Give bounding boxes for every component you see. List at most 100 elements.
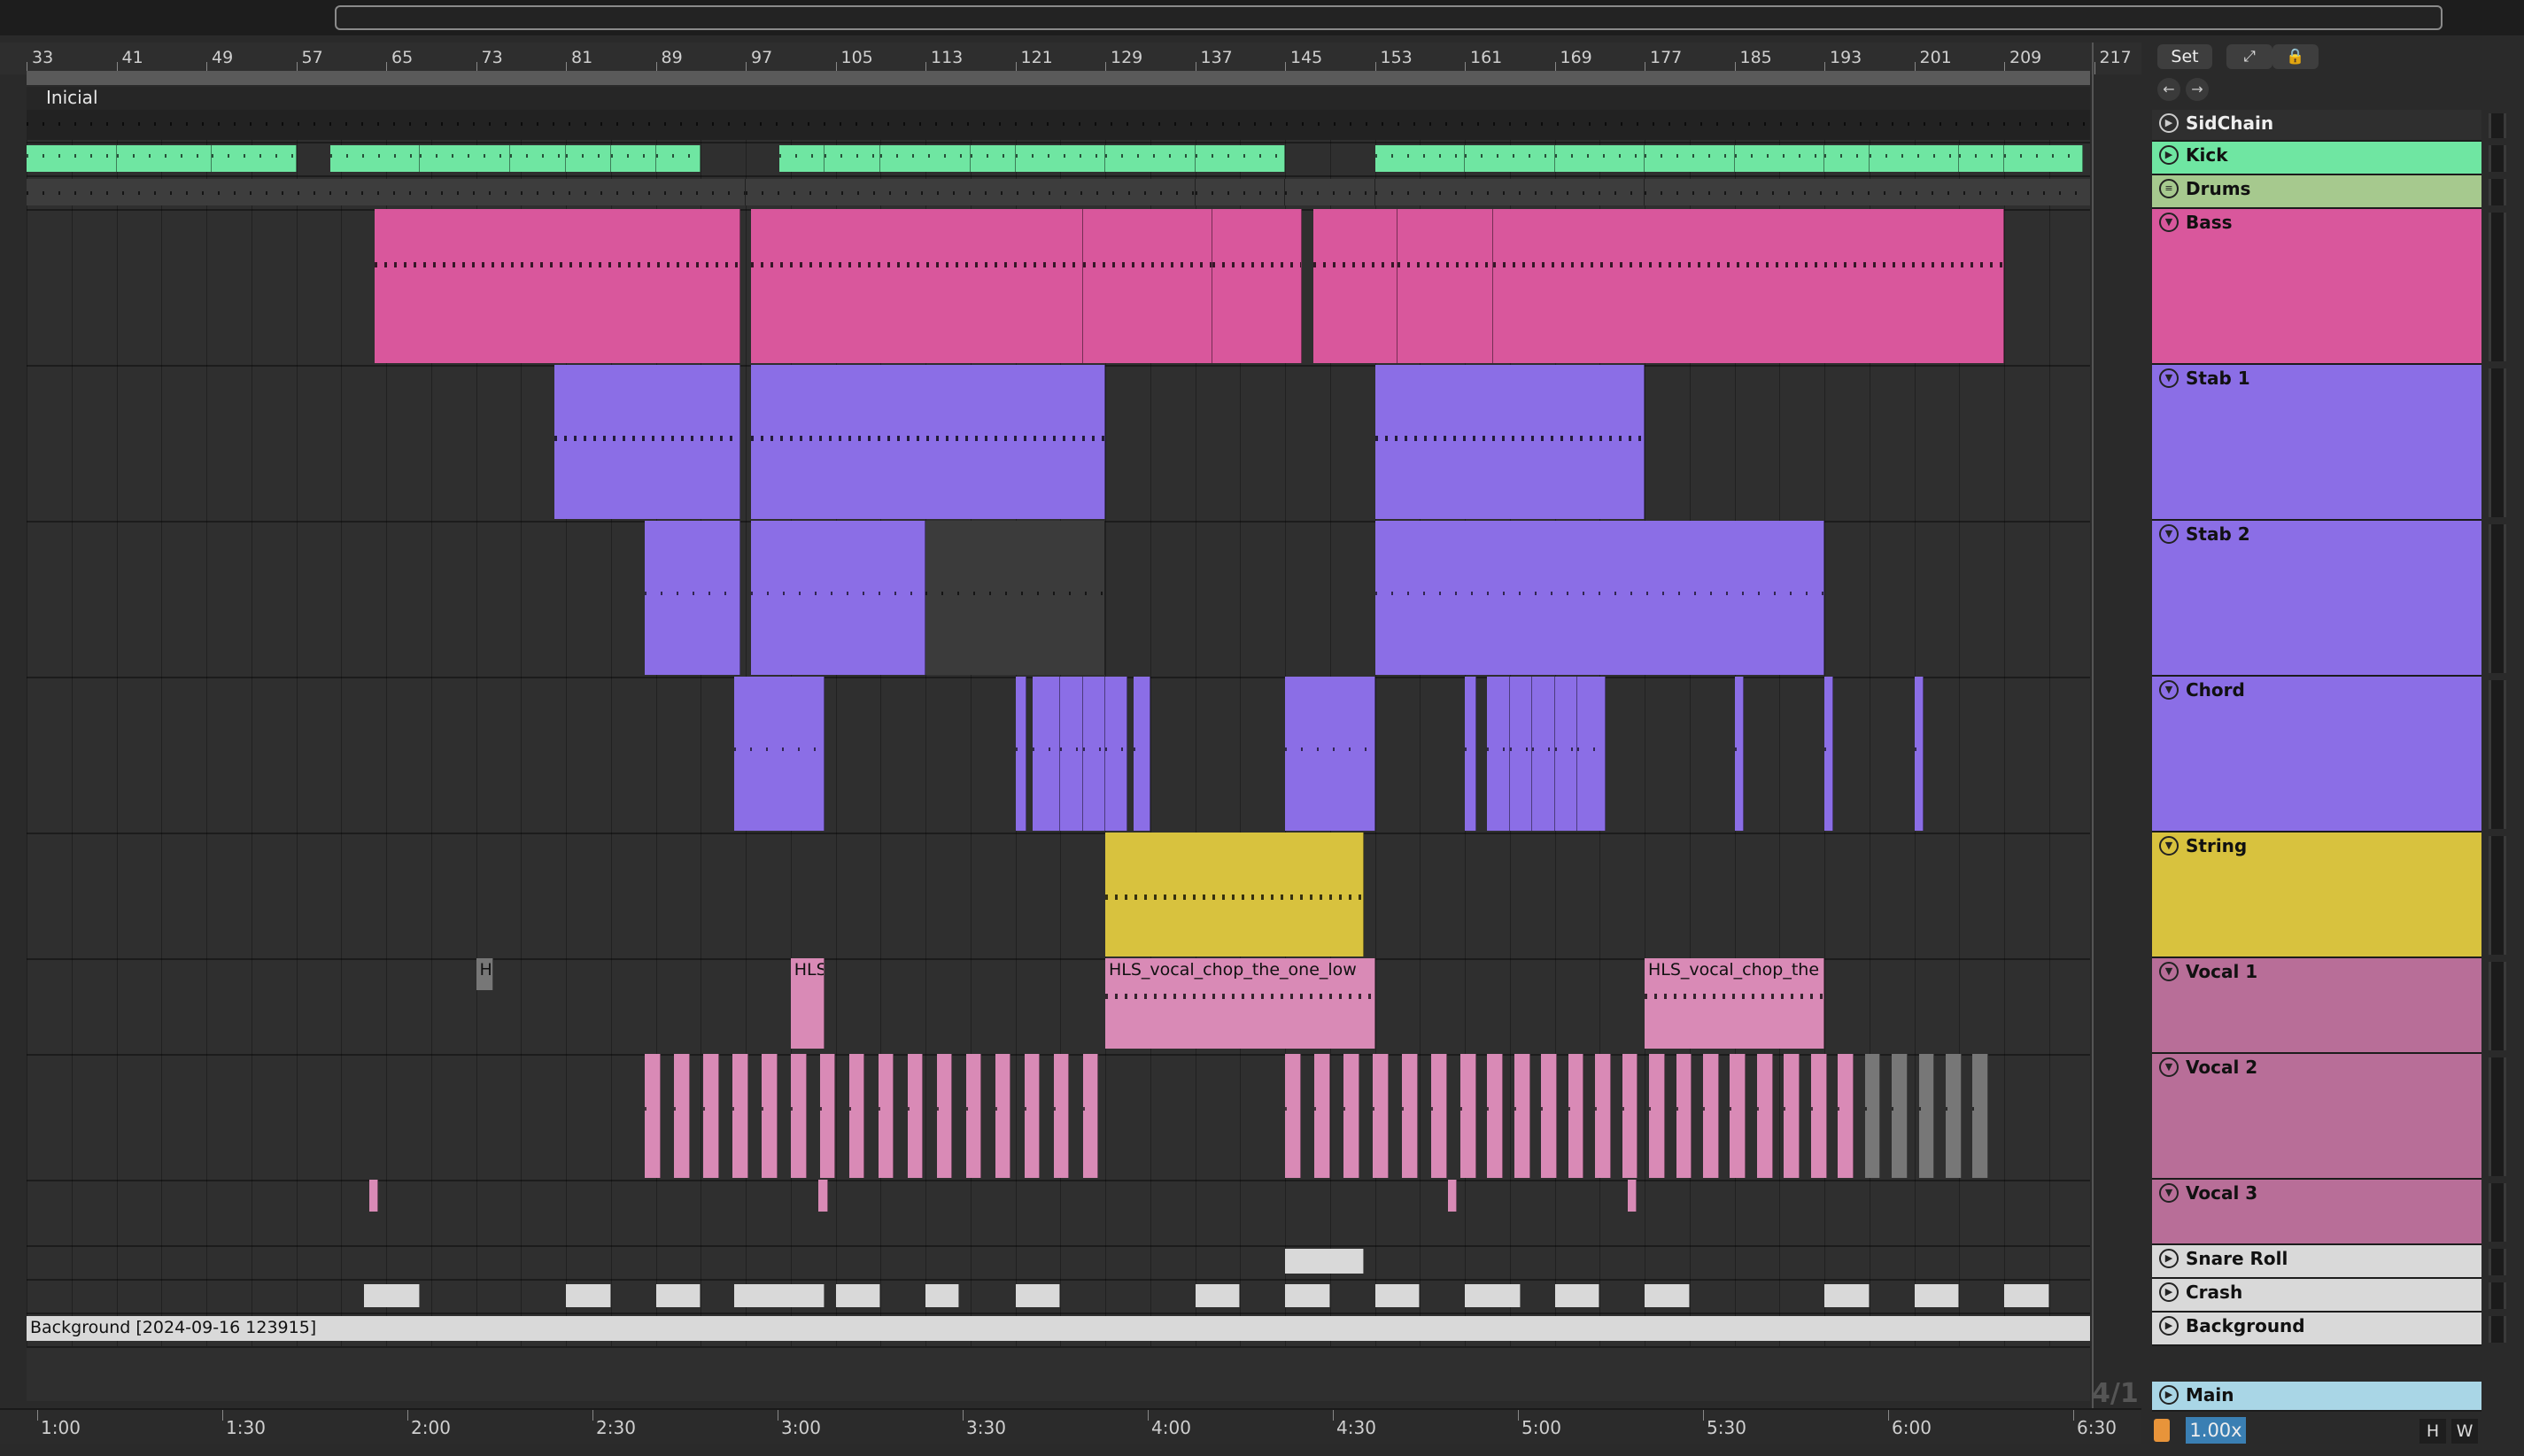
kick-clip[interactable] <box>655 145 701 172</box>
vocal2-clip[interactable] <box>644 1054 661 1178</box>
crash-clip[interactable] <box>1465 1284 1521 1307</box>
lane-sidchain[interactable] <box>27 110 2090 143</box>
play-icon[interactable]: ▶ <box>2159 1385 2179 1405</box>
kick-clip[interactable] <box>1824 145 1870 172</box>
track-header-drums[interactable]: ≡ Drums <box>2152 175 2481 209</box>
vocal2-clip[interactable] <box>1541 1054 1558 1178</box>
track-name[interactable]: Main <box>2186 1384 2234 1406</box>
track-name[interactable]: Background <box>2186 1315 2305 1336</box>
chord-clip[interactable] <box>1082 677 1105 831</box>
drums-clip[interactable] <box>1195 179 1285 205</box>
play-icon[interactable]: ▶ <box>2159 1282 2179 1302</box>
vocal2-clip[interactable] <box>1810 1054 1827 1178</box>
vocal2-clip[interactable] <box>1918 1054 1935 1178</box>
chord-clip[interactable] <box>1032 677 1061 831</box>
speed-control[interactable]: 1.00x <box>2186 1417 2246 1444</box>
chord-clip[interactable] <box>1734 677 1744 831</box>
kick-clip[interactable] <box>509 145 566 172</box>
chord-clip[interactable] <box>1133 677 1150 831</box>
chord-clip[interactable] <box>1824 677 1834 831</box>
sidechain-clip[interactable] <box>27 110 2090 140</box>
fold-icon[interactable]: ▼ <box>2159 213 2179 232</box>
stab1-clip[interactable] <box>751 365 1105 519</box>
drums-clip[interactable] <box>1645 179 2090 205</box>
track-name[interactable]: Stab 1 <box>2186 368 2250 389</box>
crash-clip[interactable] <box>363 1284 421 1307</box>
crash-clip[interactable] <box>1824 1284 1870 1307</box>
lane-background[interactable]: Background [2024-09-16 123915] <box>27 1313 2090 1348</box>
chord-clip[interactable] <box>1487 677 1510 831</box>
group-icon[interactable]: ≡ <box>2159 179 2179 198</box>
crash-clip[interactable] <box>734 1284 825 1307</box>
locator-inicial[interactable]: Inicial <box>46 87 98 108</box>
w-button[interactable]: W <box>2451 1419 2478 1444</box>
lock-icon[interactable]: 🔒 <box>2272 44 2319 69</box>
vocal2-clip[interactable] <box>1430 1054 1447 1178</box>
track-header-sidchain[interactable]: ▶ SidChain <box>2152 110 2481 142</box>
stab2-clip[interactable] <box>644 521 740 675</box>
overview-viewport[interactable] <box>335 5 2443 30</box>
kick-clip[interactable] <box>2004 145 2083 172</box>
arrangement-overview[interactable] <box>0 0 2524 35</box>
lane-vocal-1[interactable]: H HLS HLS_vocal_chop_the_one_low HLS_vocal_… <box>27 958 2090 1056</box>
lane-vocal-3[interactable] <box>27 1180 2090 1247</box>
vocal2-clip[interactable] <box>1892 1054 1908 1178</box>
drums-clip[interactable] <box>746 179 1196 205</box>
track-header-vocal-2[interactable]: ▼ Vocal 2 <box>2152 1054 2481 1180</box>
vocal2-clip[interactable] <box>1401 1054 1418 1178</box>
play-icon[interactable]: ▶ <box>2159 1249 2179 1268</box>
track-name[interactable]: Snare Roll <box>2186 1248 2288 1269</box>
vocal2-clip[interactable] <box>1372 1054 1389 1178</box>
vocal2-clip[interactable] <box>1649 1054 1665 1178</box>
crash-clip[interactable] <box>1374 1284 1421 1307</box>
kick-clip[interactable] <box>1015 145 1105 172</box>
string-clip[interactable] <box>1105 833 1364 956</box>
vocal2-clip[interactable] <box>965 1054 982 1178</box>
crash-clip[interactable] <box>925 1284 960 1307</box>
crash-clip[interactable] <box>2004 1284 2049 1307</box>
kick-clip[interactable] <box>1959 145 2004 172</box>
chord-clip[interactable] <box>1509 677 1533 831</box>
lane-crash[interactable] <box>27 1279 2090 1314</box>
kick-clip[interactable] <box>1869 145 1960 172</box>
vocal2-clip[interactable] <box>1756 1054 1773 1178</box>
vocal3-clip[interactable] <box>368 1180 379 1212</box>
track-name[interactable]: Vocal 3 <box>2186 1182 2257 1204</box>
chord-clip[interactable] <box>1015 677 1027 831</box>
vocal3-clip[interactable] <box>1447 1180 1458 1212</box>
kick-clip[interactable] <box>880 145 971 172</box>
vocal2-clip[interactable] <box>1313 1054 1330 1178</box>
vocal2-clip[interactable] <box>1343 1054 1359 1178</box>
stab1-clip[interactable] <box>554 365 740 519</box>
vocal2-clip[interactable] <box>848 1054 865 1178</box>
bass-clip[interactable] <box>1082 209 1212 363</box>
crash-clip[interactable] <box>655 1284 701 1307</box>
track-name[interactable]: Drums <box>2186 178 2250 199</box>
arrow-right-icon[interactable]: → <box>2186 78 2209 101</box>
track-name[interactable]: Chord <box>2186 679 2245 701</box>
track-header-crash[interactable]: ▶ Crash <box>2152 1279 2481 1313</box>
track-header-vocal-3[interactable]: ▼ Vocal 3 <box>2152 1180 2481 1245</box>
vocal2-clip[interactable] <box>1024 1054 1041 1178</box>
lane-string[interactable] <box>27 833 2090 960</box>
crash-clip[interactable] <box>1554 1284 1600 1307</box>
vocal1-clip[interactable]: HLS <box>790 958 825 1049</box>
lane-chord[interactable] <box>27 677 2090 834</box>
vocal2-clip[interactable] <box>1595 1054 1611 1178</box>
play-icon[interactable]: ▶ <box>2159 1316 2179 1336</box>
snare-roll-clip[interactable] <box>1285 1249 1364 1274</box>
vocal2-clip[interactable] <box>673 1054 690 1178</box>
vocal2-clip[interactable] <box>761 1054 778 1178</box>
track-header-kick[interactable]: ▶ Kick <box>2152 142 2481 175</box>
kick-clip[interactable] <box>779 145 825 172</box>
crash-clip[interactable] <box>1195 1284 1241 1307</box>
lane-kick[interactable] <box>27 142 2090 177</box>
vocal2-clip[interactable] <box>1730 1054 1746 1178</box>
lane-bass[interactable] <box>27 209 2090 367</box>
track-name[interactable]: String <box>2186 835 2247 856</box>
vocal2-clip[interactable] <box>1459 1054 1476 1178</box>
drums-clip[interactable] <box>1285 179 1375 205</box>
vocal2-clip[interactable] <box>1864 1054 1881 1178</box>
fold-icon[interactable]: ▼ <box>2159 836 2179 856</box>
stab1-clip[interactable] <box>1374 365 1645 519</box>
